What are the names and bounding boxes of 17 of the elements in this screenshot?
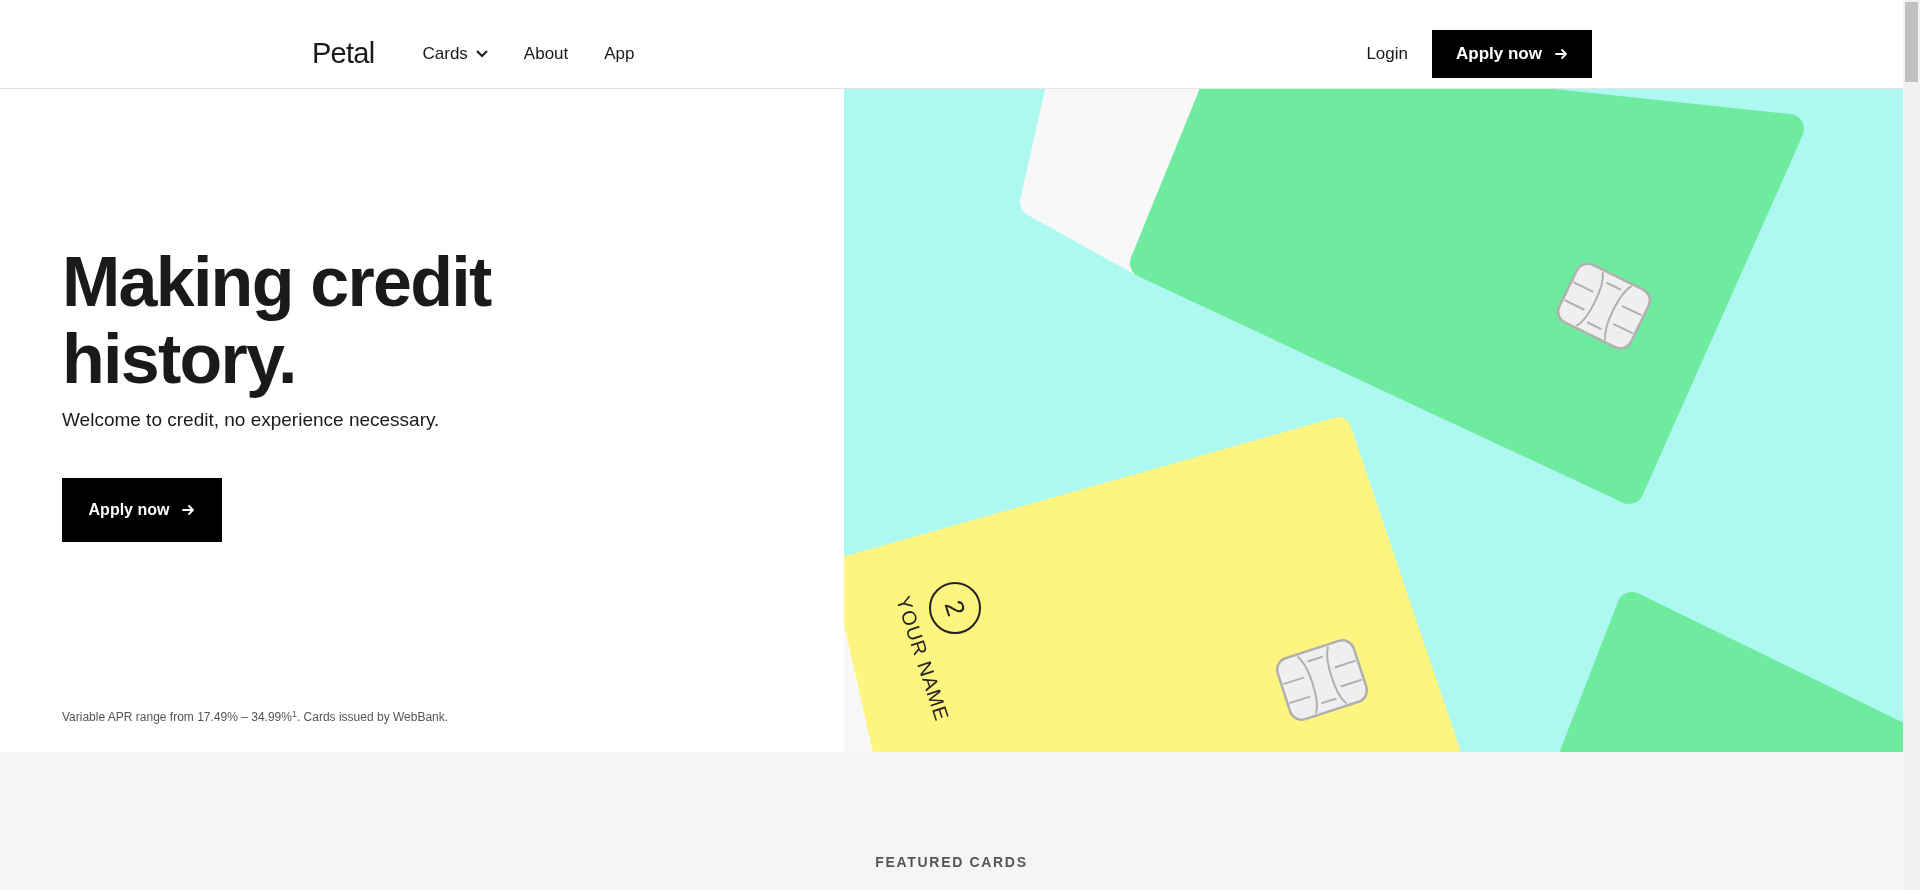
section-heading: FEATURED CARDS — [875, 853, 1028, 872]
nav-link[interactable]: App — [604, 41, 635, 67]
chevron-down-icon — [475, 50, 488, 58]
card-number-badge: 2 — [929, 582, 981, 634]
scrollbar[interactable] — [1903, 0, 1920, 890]
hero-heading: Making credit history. — [62, 244, 492, 398]
arrow-right-icon — [1553, 47, 1568, 61]
arrow-right-icon — [181, 502, 196, 517]
hero-subtitle: Welcome to credit, no experience necessary. — [62, 408, 441, 432]
login-link[interactable]: Login — [1366, 41, 1408, 67]
apply-now-button[interactable]: Apply now — [62, 477, 222, 542]
nav-dropdown[interactable]: Cards — [422, 41, 488, 67]
nav-link[interactable]: About — [523, 41, 569, 67]
logo[interactable]: Petal — [312, 32, 375, 76]
apply-now-button[interactable]: Apply now — [1432, 30, 1592, 78]
scrollbar-thumb[interactable] — [1905, 2, 1918, 82]
apr-footnote: Variable APR range from 17.49% – 34.99%$^{1}$. Cards issued by WebBank. — [62, 708, 450, 726]
